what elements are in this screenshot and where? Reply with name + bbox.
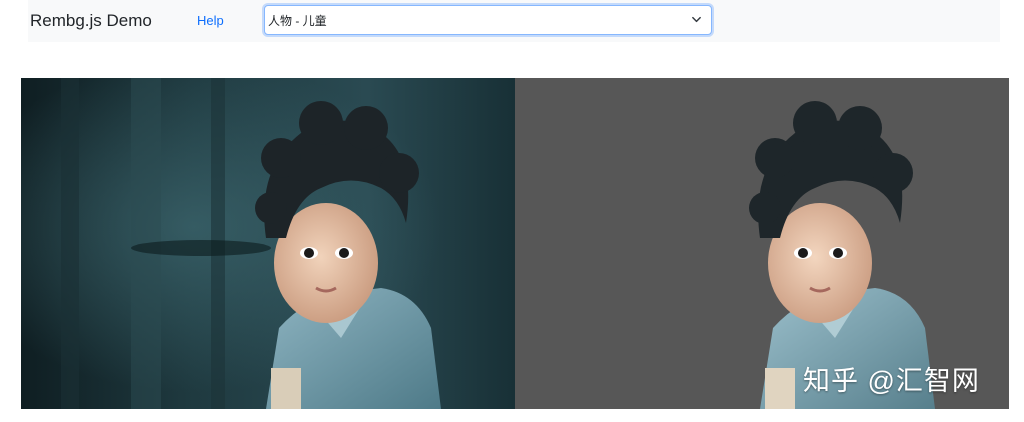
chevron-down-icon — [692, 16, 701, 23]
original-image — [21, 78, 515, 409]
model-select-value: 人物 - 儿童 — [268, 14, 327, 28]
navbar: Rembg.js Demo Help 人物 - 儿童 — [28, 0, 1000, 42]
brand-title[interactable]: Rembg.js Demo — [30, 11, 152, 31]
help-link[interactable]: Help — [197, 13, 224, 28]
watermark-text: 知乎 @汇智网 — [803, 366, 980, 396]
model-select[interactable]: 人物 - 儿童 — [264, 5, 712, 35]
original-photo-illustration — [21, 78, 515, 409]
